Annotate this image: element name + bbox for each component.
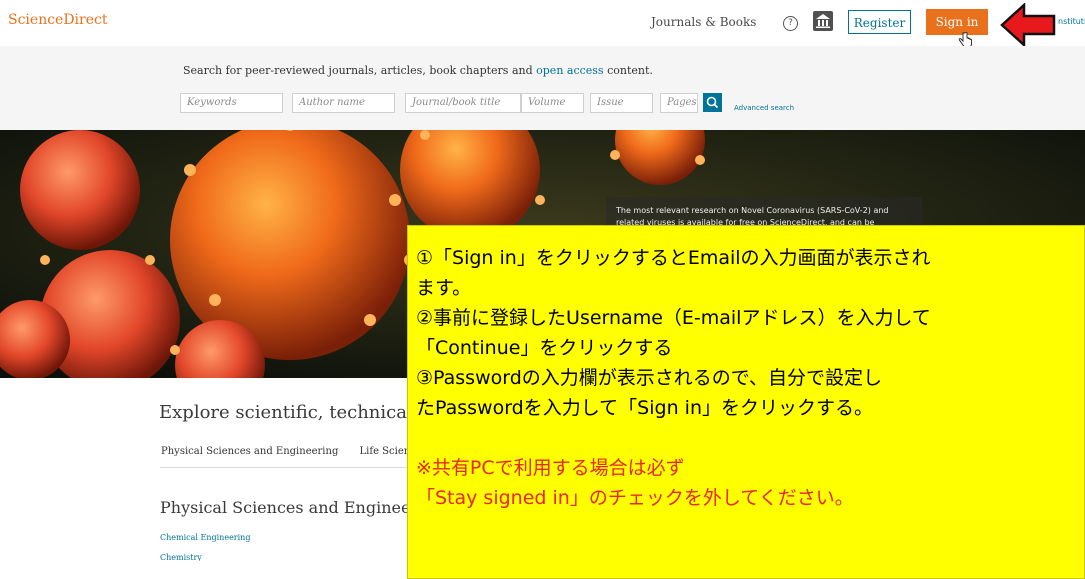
journals-books-link[interactable]: Journals & Books — [651, 15, 756, 29]
tab-divider — [160, 467, 410, 468]
journal-title-input[interactable]: Journal/book title — [405, 93, 521, 113]
tab-life-sciences[interactable]: Life Scien — [360, 446, 411, 457]
section-title: Physical Sciences and Engineeri — [160, 498, 424, 517]
advanced-search-link[interactable]: Advanced search — [734, 104, 794, 112]
pages-input[interactable]: Pages — [660, 93, 698, 113]
search-intro-suffix: content. — [607, 64, 653, 77]
explore-title: Explore scientific, technica — [159, 402, 407, 423]
chemical-engineering-link[interactable]: Chemical Engineering — [160, 533, 250, 542]
instruction-line-3: ②事前に登録したUsername（E-mailアドレス）を入力して — [416, 307, 931, 329]
tab-physical-sciences[interactable]: Physical Sciences and Engineering — [161, 446, 338, 457]
instruction-line-2: ます。 — [416, 277, 472, 299]
warning-line-2: 「Stay signed in」のチェックを外してください。 — [416, 487, 854, 509]
sign-in-button[interactable]: Sign in — [926, 9, 988, 35]
instruction-line-4: 「Continue」をクリックする — [416, 337, 673, 359]
subject-tabs: Physical Sciences and Engineering Life S… — [161, 446, 428, 457]
chemistry-link[interactable]: Chemistry — [160, 553, 202, 561]
keywords-input[interactable]: Keywords — [180, 93, 283, 113]
red-arrow-icon — [1000, 2, 1056, 51]
open-access-link[interactable]: open access — [536, 64, 603, 77]
instruction-callout: ①「Sign in」をクリックするとEmailの入力画面が表示され ます。 ②事… — [407, 225, 1085, 579]
register-button[interactable]: Register — [848, 10, 911, 34]
instruction-line-5: ③Passwordの入力欄が表示されるので、自分で設定し — [416, 367, 883, 389]
issue-input[interactable]: Issue — [590, 93, 653, 113]
institution-link[interactable]: nstitutio — [1058, 17, 1085, 26]
search-button[interactable] — [703, 93, 722, 112]
search-icon — [706, 96, 719, 109]
top-bar: ScienceDirect Journals & Books ? Registe… — [0, 0, 1085, 48]
author-input[interactable]: Author name — [292, 93, 395, 113]
search-intro-text: Search for peer-reviewed journals, artic… — [183, 64, 533, 77]
instruction-line-6: たPasswordを入力して「Sign in」をクリックする。 — [416, 397, 873, 419]
search-intro: Search for peer-reviewed journals, artic… — [183, 64, 653, 77]
search-area: Search for peer-reviewed journals, artic… — [0, 46, 1085, 130]
institution-icon[interactable] — [813, 11, 833, 31]
warning-line-1: ※共有PCで利用する場合は必ず — [416, 457, 685, 479]
volume-input[interactable]: Volume — [521, 93, 584, 113]
question-circle-icon[interactable]: ? — [783, 16, 798, 31]
brand-logo[interactable]: ScienceDirect — [8, 12, 107, 28]
hero-caption-line1: The most relevant research on Novel Coro… — [616, 206, 889, 215]
instruction-line-1: ①「Sign in」をクリックするとEmailの入力画面が表示され — [416, 247, 931, 269]
